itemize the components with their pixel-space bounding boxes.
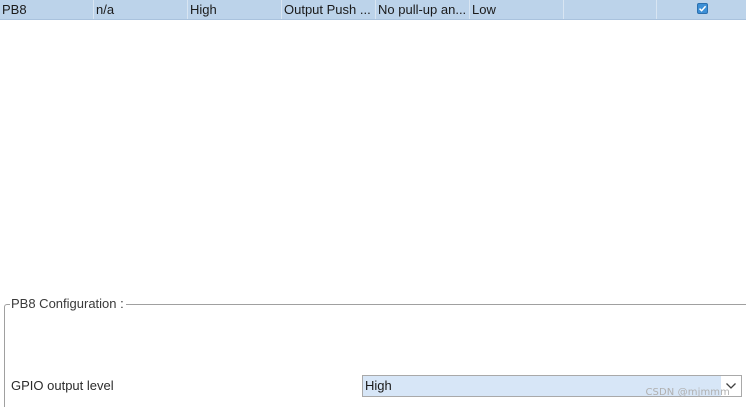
- gpio-output-level-label: GPIO output level: [11, 378, 114, 393]
- cell-user-label[interactable]: [564, 0, 657, 19]
- cell-pin-name[interactable]: PB8: [0, 0, 94, 19]
- cell-signal[interactable]: n/a: [94, 0, 188, 19]
- modified-checkbox[interactable]: [697, 3, 708, 14]
- cell-output-level[interactable]: High: [188, 0, 282, 19]
- check-icon: [698, 5, 707, 12]
- gpio-table: PB8 n/a High Output Push ... No pull-up …: [0, 0, 746, 280]
- gpio-output-level-value: High: [365, 378, 392, 393]
- cell-pull[interactable]: No pull-up an...: [376, 0, 470, 19]
- cell-modified[interactable]: [657, 0, 746, 19]
- pin-configuration-group: PB8 Configuration : GPIO output level Hi…: [4, 296, 746, 407]
- config-group-title: PB8 Configuration :: [10, 296, 126, 312]
- cell-gpio-mode[interactable]: Output Push ...: [282, 0, 376, 19]
- table-row[interactable]: PB8 n/a High Output Push ... No pull-up …: [0, 0, 746, 20]
- cell-max-speed[interactable]: Low: [470, 0, 564, 19]
- watermark: CSDN @mjmmm: [645, 387, 730, 398]
